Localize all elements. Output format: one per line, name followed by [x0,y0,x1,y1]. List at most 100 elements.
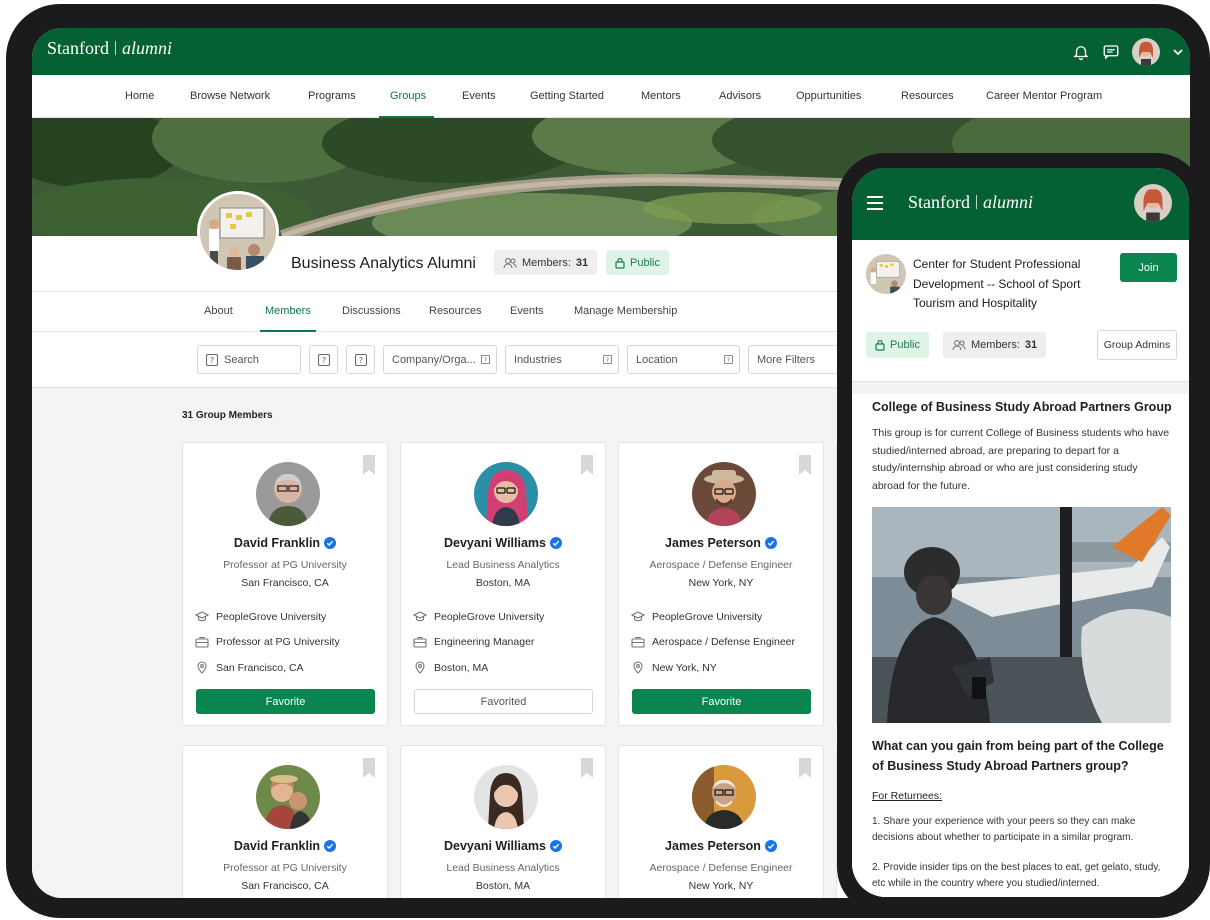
members-count: 31 [575,256,589,269]
bookmark-icon[interactable] [799,758,811,783]
members-label: Members: [522,256,571,269]
location-filter[interactable]: Location ? [627,345,740,374]
nav-opportunities[interactable]: Oppurtunities [796,90,861,102]
public-chip: Public [606,250,669,275]
verified-icon [550,537,562,552]
nav-events[interactable]: Events [462,90,496,102]
member-city-row: Boston, MA [413,661,488,674]
chat-icon[interactable] [1102,43,1120,61]
chevron-down-icon[interactable] [1172,46,1184,58]
member-school-row: PeopleGrove University [413,611,544,623]
bell-icon[interactable] [1072,43,1090,61]
favorite-button[interactable]: Favorite [196,689,375,714]
help-icon: ? [354,353,367,366]
member-card[interactable]: James Peterson Aerospace / Defense Engin… [618,442,824,726]
member-city: Boston, MA [434,661,489,674]
phone-device-frame: Stanford alumni Center for Student Profes… [837,153,1204,915]
about-description: This group is for current College of Bus… [872,427,1170,492]
tab-members[interactable]: Members [265,305,311,317]
briefcase-icon [631,636,645,648]
nav-getting-started[interactable]: Getting Started [530,90,604,102]
bookmark-icon[interactable] [363,455,375,480]
user-avatar[interactable] [1132,38,1160,66]
tab-manage-membership[interactable]: Manage Membership [574,305,677,317]
public-label: Public [630,256,660,269]
help-icon: ? [317,353,330,366]
graduation-cap-icon [413,611,427,623]
tab-about[interactable]: About [204,305,233,317]
member-name: James Peterson [619,536,823,552]
group-admins-button[interactable]: Group Admins [1097,330,1177,360]
returnees-subheading: For Returnees: [872,790,943,802]
member-school-row: PeopleGrove University [631,611,762,623]
favorited-button[interactable]: Favorited [414,689,593,714]
member-title: Professor at PG University [223,559,347,571]
member-city: San Francisco, CA [216,661,304,674]
tab-resources[interactable]: Resources [429,305,482,317]
filter-toggle-button[interactable]: ? [309,345,338,374]
user-avatar[interactable] [1134,184,1172,222]
member-job: Engineering Manager [434,636,535,648]
briefcase-icon [195,636,209,648]
search-placeholder: Search [224,353,259,366]
nav-home[interactable]: Home [125,90,154,102]
tab-events[interactable]: Events [510,305,544,317]
member-name-text: James Peterson [665,536,761,550]
sort-toggle-button[interactable]: ? [346,345,375,374]
help-icon: ? [724,355,733,364]
member-name: James Peterson [619,839,823,855]
hamburger-menu-icon[interactable] [866,195,884,211]
member-job-row: Professor at PG University [195,636,340,648]
help-icon: ? [206,353,218,366]
main-nav: Home Browse Network Programs Groups Even… [32,75,1190,118]
bookmark-icon[interactable] [363,758,375,783]
brand-logo[interactable]: Stanford alumni [47,38,172,59]
member-name: Devyani Williams [401,536,605,552]
bookmark-icon[interactable] [799,455,811,480]
nav-resources[interactable]: Resources [901,90,954,102]
member-card[interactable]: David Franklin Professor at PG Universit… [182,442,388,726]
svg-text:?: ? [484,357,487,364]
nav-programs[interactable]: Programs [308,90,356,102]
svg-text:?: ? [321,356,325,365]
join-button[interactable]: Join [1120,253,1177,282]
favorite-button[interactable]: Favorite [632,689,811,714]
phone-top-bar: Stanford alumni [852,168,1189,240]
nav-advisors[interactable]: Advisors [719,90,761,102]
verified-icon [324,840,337,855]
member-name-text: James Peterson [665,839,761,853]
member-title: Professor at PG University [223,862,347,874]
member-card[interactable]: Devyani Williams Lead Business Analytics… [400,745,606,898]
member-card[interactable]: James Peterson Aerospace / Defense Engin… [618,745,824,898]
member-avatar [256,765,320,829]
brand-product: alumni [122,38,173,58]
nav-career-mentor-program[interactable]: Career Mentor Program [986,90,1102,102]
more-filters-button[interactable]: More Filters [748,345,848,374]
tab-discussions[interactable]: Discussions [342,305,401,317]
brand-logo[interactable]: Stanford alumni [908,192,1033,213]
org-logo-image [866,254,906,294]
benefit-list-item: 1. Share your experience with your peers… [872,816,1136,843]
bookmark-icon[interactable] [581,758,593,783]
brand-name: Stanford [908,192,970,212]
nav-groups[interactable]: Groups [390,90,426,102]
member-card[interactable]: David Franklin Professor at PG Universit… [182,745,388,898]
industries-filter[interactable]: Industries ? [505,345,619,374]
member-location: New York, NY [688,577,754,589]
member-avatar [256,462,320,526]
top-bar: Stanford alumni [32,28,1190,75]
bookmark-icon[interactable] [581,455,593,480]
nav-browse-network[interactable]: Browse Network [190,90,270,102]
member-location: San Francisco, CA [241,880,329,892]
company-filter[interactable]: Company/Orga... ? [383,345,497,374]
graduation-cap-icon [631,611,645,623]
graduation-cap-icon [195,611,209,623]
svg-text:?: ? [358,356,362,365]
member-location: Boston, MA [475,880,531,892]
search-input[interactable]: ? Search [197,345,301,374]
group-members-count: 31 Group Members [182,410,273,421]
nav-mentors[interactable]: Mentors [641,90,681,102]
member-location: Boston, MA [475,577,531,589]
verified-icon [550,840,562,855]
member-card[interactable]: Devyani Williams Lead Business Analytics… [400,442,606,726]
